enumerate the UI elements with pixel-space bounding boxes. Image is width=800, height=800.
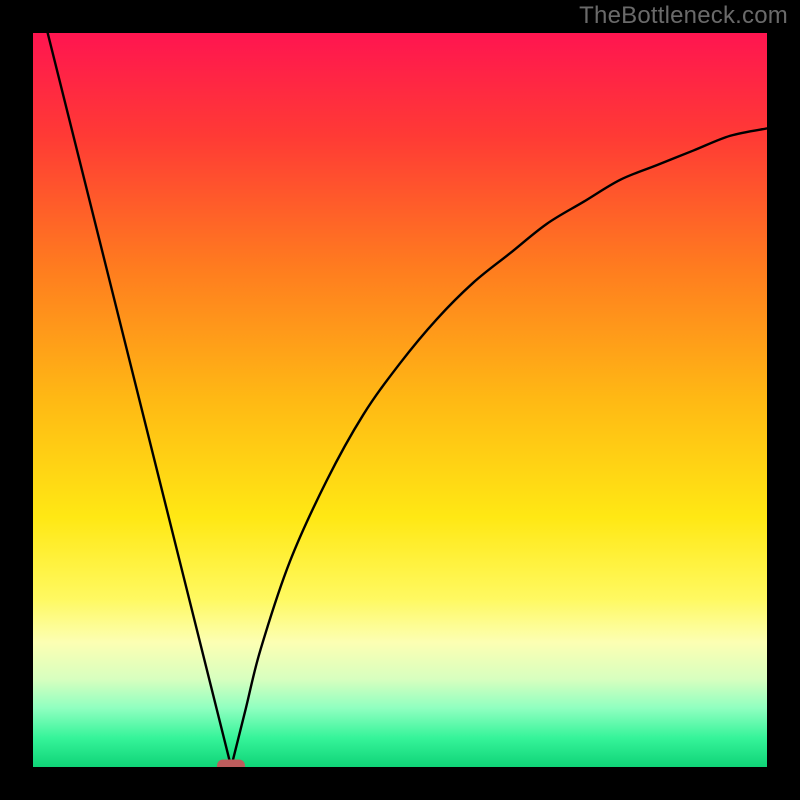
chart-frame: TheBottleneck.com	[0, 0, 800, 800]
watermark-text: TheBottleneck.com	[579, 2, 788, 30]
plot-area	[33, 33, 767, 767]
optimum-marker	[217, 760, 245, 768]
bottleneck-curve	[33, 33, 767, 767]
